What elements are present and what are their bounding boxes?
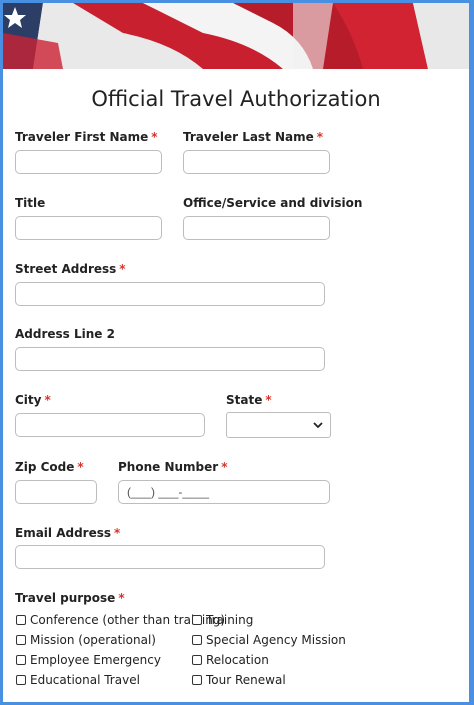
form-frame: Official Travel Authorization Traveler F… (3, 3, 469, 702)
address2-input[interactable] (15, 347, 325, 371)
purpose-option-label: Special Agency Mission (206, 633, 346, 647)
required-mark: * (316, 130, 324, 144)
street-label-text: Street Address (15, 262, 117, 276)
flag-image (3, 3, 469, 69)
purpose-label: Travel purpose * (15, 591, 125, 605)
zip-input[interactable] (15, 480, 97, 504)
phone-label-text: Phone Number (118, 460, 219, 474)
required-mark: * (151, 130, 158, 144)
purpose-option-mission[interactable]: Mission (operational) (16, 633, 156, 647)
street-input[interactable] (15, 282, 325, 306)
last-name-input[interactable] (183, 150, 330, 174)
checkbox[interactable] (16, 635, 26, 645)
required-mark: * (265, 393, 272, 407)
state-label: State * (226, 393, 272, 407)
city-input[interactable] (15, 413, 205, 437)
purpose-option-label: Employee Emergency (30, 653, 161, 667)
phone-input[interactable] (118, 480, 330, 504)
state-select[interactable] (226, 412, 331, 438)
last-name-label-text: Traveler Last Name (183, 130, 314, 144)
state-label-text: State (226, 393, 263, 407)
required-mark: * (118, 591, 125, 605)
purpose-option-special-agency[interactable]: Special Agency Mission (192, 633, 346, 647)
purpose-option-label: Educational Travel (30, 673, 140, 687)
email-label: Email Address * (15, 526, 120, 540)
city-label-text: City (15, 393, 42, 407)
first-name-label: Traveler First Name * (15, 130, 158, 144)
office-input[interactable] (183, 216, 330, 240)
first-name-label-text: Traveler First Name (15, 130, 149, 144)
last-name-label: Traveler Last Name * (183, 130, 323, 144)
required-mark: * (119, 262, 126, 276)
required-mark: * (114, 526, 121, 540)
address2-label: Address Line 2 (15, 327, 115, 341)
purpose-option-label: Tour Renewal (206, 673, 286, 687)
chevron-down-icon (313, 422, 323, 429)
required-mark: * (221, 460, 228, 474)
office-label: Office/Service and division (183, 196, 363, 210)
purpose-option-label: Relocation (206, 653, 269, 667)
zip-label-text: Zip Code (15, 460, 75, 474)
purpose-option-label: Mission (operational) (30, 633, 156, 647)
city-label: City * (15, 393, 51, 407)
checkbox[interactable] (16, 655, 26, 665)
purpose-option-tour-renewal[interactable]: Tour Renewal (192, 673, 286, 687)
checkbox[interactable] (192, 655, 202, 665)
phone-label: Phone Number * (118, 460, 227, 474)
zip-label: Zip Code * (15, 460, 84, 474)
email-label-text: Email Address (15, 526, 112, 540)
required-mark: * (44, 393, 51, 407)
first-name-input[interactable] (15, 150, 162, 174)
purpose-option-relocation[interactable]: Relocation (192, 653, 269, 667)
checkbox[interactable] (192, 635, 202, 645)
purpose-label-text: Travel purpose (15, 591, 116, 605)
flag-banner (3, 3, 469, 69)
title-label: Title (15, 196, 46, 210)
purpose-option-employee-emergency[interactable]: Employee Emergency (16, 653, 161, 667)
checkbox[interactable] (192, 615, 202, 625)
street-label: Street Address * (15, 262, 126, 276)
purpose-option-educational[interactable]: Educational Travel (16, 673, 140, 687)
purpose-option-training[interactable]: Training (192, 613, 253, 627)
checkbox[interactable] (192, 675, 202, 685)
page-title: Official Travel Authorization (91, 87, 381, 111)
purpose-option-label: Training (206, 613, 254, 627)
required-mark: * (77, 460, 84, 474)
title-input[interactable] (15, 216, 162, 240)
checkbox[interactable] (16, 675, 26, 685)
email-input[interactable] (15, 545, 325, 569)
checkbox[interactable] (16, 615, 26, 625)
